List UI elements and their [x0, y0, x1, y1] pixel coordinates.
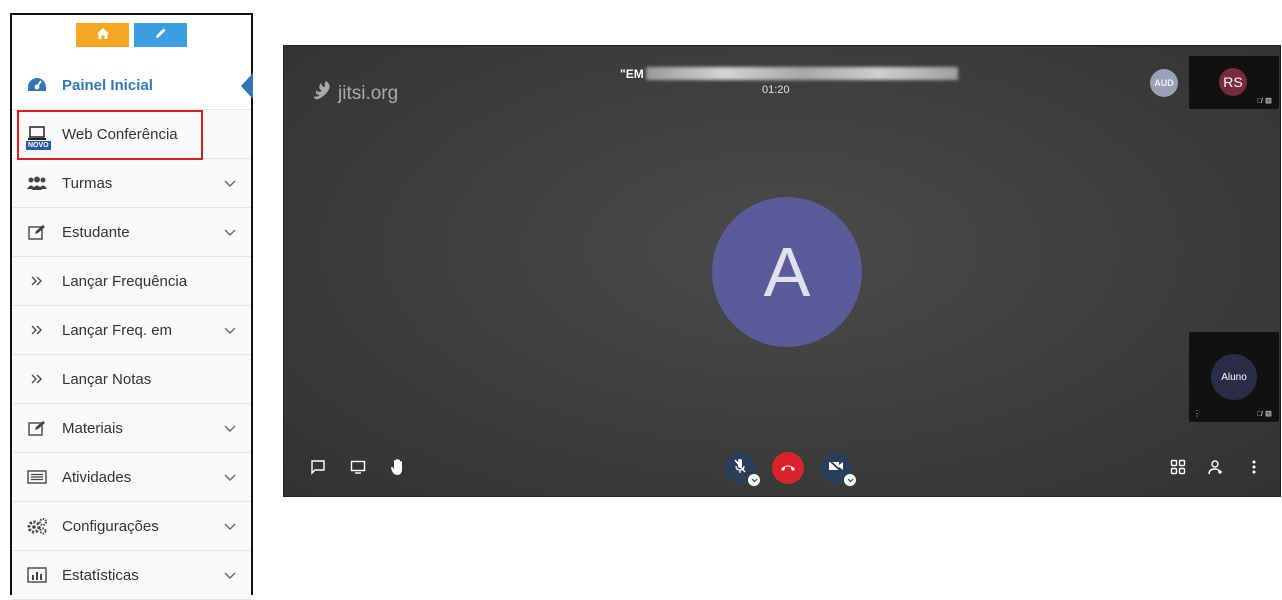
sidebar-item-atividades[interactable]: Atividades	[12, 453, 251, 502]
pencil-icon	[155, 26, 167, 44]
dashboard-icon	[26, 74, 48, 96]
more-icon[interactable]	[1244, 457, 1264, 477]
aud-avatar[interactable]: AUD	[1150, 69, 1178, 97]
tile-view-icon[interactable]	[1168, 457, 1188, 477]
laptop-icon: NOVO	[26, 123, 51, 150]
mic-muted-icon	[733, 458, 747, 479]
gears-icon	[26, 515, 48, 537]
home-button[interactable]	[76, 23, 129, 47]
screenshare-icon[interactable]	[348, 457, 368, 477]
chevron-down-icon	[223, 523, 237, 530]
chevron-down-icon	[223, 229, 237, 236]
active-indicator	[241, 73, 253, 99]
local-participant-thumbnail[interactable]: Aluno ⋮ 🎙̸ ◼	[1189, 332, 1279, 422]
double-chevron-icon	[26, 368, 48, 390]
edit-button[interactable]	[134, 23, 187, 47]
sidebar-item-web-conferencia[interactable]: NOVO Web Conferência	[12, 110, 251, 159]
sidebar-top-buttons	[12, 15, 251, 61]
sidebar-item-label: Estudante	[62, 223, 130, 241]
toolbar-right	[1168, 457, 1264, 477]
chevron-down-icon	[223, 327, 237, 334]
sidebar-item-materiais[interactable]: Materiais	[12, 404, 251, 453]
jitsi-logo-icon	[312, 79, 334, 109]
novo-badge: NOVO	[26, 141, 51, 150]
bar-chart-icon	[26, 564, 48, 586]
camera-off-icon	[828, 459, 844, 477]
sidebar-item-label: Estatísticas	[62, 566, 139, 584]
avatar: RS	[1219, 68, 1247, 96]
edit-square-icon	[26, 417, 48, 439]
sidebar: Painel Inicial NOVO Web Conferência Turm…	[10, 13, 253, 600]
hangup-button[interactable]	[772, 452, 804, 484]
conference-name: "EM	[620, 65, 958, 82]
sidebar-item-label: Atividades	[62, 468, 132, 486]
conference-name-text: "EM	[620, 66, 644, 81]
mic-muted-icon: 🎙̸ ◼	[1256, 411, 1273, 418]
list-icon	[26, 466, 48, 488]
mic-muted-icon: 🎙̸ ◼	[1256, 98, 1273, 105]
mute-button[interactable]	[724, 452, 760, 486]
conference-name-redacted	[645, 67, 958, 80]
users-icon	[26, 172, 48, 194]
camera-button[interactable]	[820, 452, 856, 486]
chevron-down-icon	[223, 180, 237, 187]
jitsi-logo: jitsi.org	[312, 79, 398, 109]
meeting-timer: 01:20	[762, 84, 790, 96]
chat-icon[interactable]	[308, 457, 328, 477]
sidebar-item-label: Web Conferência	[62, 125, 178, 143]
double-chevron-icon	[26, 319, 48, 341]
sidebar-item-label: Lançar Freq. em	[62, 321, 173, 339]
chevron-down-icon[interactable]	[748, 474, 760, 486]
sidebar-item-lancar-freq-em[interactable]: Lançar Freq. em	[12, 306, 251, 355]
sidebar-item-estudante[interactable]: Estudante	[12, 208, 251, 257]
sidebar-item-label: Turmas	[62, 174, 113, 192]
invite-icon[interactable]	[1206, 457, 1226, 477]
more-options-icon[interactable]: ⋮	[1193, 409, 1201, 418]
sidebar-item-label: Configurações	[62, 517, 159, 535]
participant-thumbnail[interactable]: RS 🎙̸ ◼	[1189, 56, 1279, 109]
video-conference-window: jitsi.org "EM 01:20 AUD RS 🎙̸ ◼ Aluno ⋮ …	[283, 45, 1281, 497]
edit-square-icon	[26, 221, 48, 243]
sidebar-item-estatisticas[interactable]: Estatísticas	[12, 551, 251, 600]
chevron-down-icon	[223, 572, 237, 579]
home-icon	[96, 26, 109, 44]
sidebar-item-configuracoes[interactable]: Configurações	[12, 502, 251, 551]
jitsi-logo-text: jitsi.org	[338, 83, 399, 104]
raise-hand-icon[interactable]	[388, 457, 408, 477]
sidebar-item-label: Materiais	[62, 419, 123, 437]
sidebar-item-label: Lançar Frequência	[62, 272, 188, 290]
sidebar-item-turmas[interactable]: Turmas	[12, 159, 251, 208]
chevron-down-icon	[223, 425, 237, 432]
toolbar-center	[724, 452, 856, 486]
sidebar-item-lancar-notas[interactable]: Lançar Notas	[12, 355, 251, 404]
toolbar-left	[308, 457, 408, 477]
chevron-down-icon	[223, 474, 237, 481]
sidebar-item-label: Painel Inicial	[62, 76, 153, 94]
sidebar-item-lancar-frequencia[interactable]: Lançar Frequência	[12, 257, 251, 306]
chevron-down-icon[interactable]	[844, 474, 856, 486]
avatar: Aluno	[1211, 354, 1257, 400]
double-chevron-icon	[26, 270, 48, 292]
sidebar-item-painel-inicial[interactable]: Painel Inicial	[12, 61, 253, 110]
main-speaker-avatar: A	[712, 197, 862, 347]
sidebar-item-label: Lançar Notas	[62, 370, 152, 388]
hangup-icon	[780, 459, 796, 477]
